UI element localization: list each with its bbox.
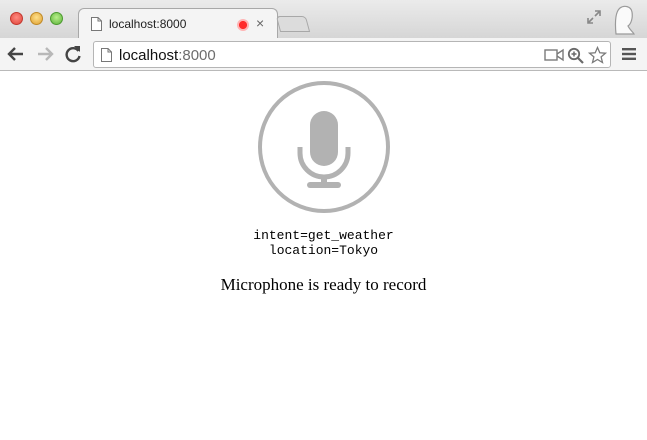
reload-icon[interactable] [63, 44, 83, 64]
zoom-icon[interactable] [567, 47, 584, 64]
back-icon[interactable] [6, 44, 26, 64]
new-tab-button[interactable] [275, 16, 311, 32]
toolbar: localhost:8000 [0, 38, 647, 71]
minimize-window-button[interactable] [30, 12, 43, 25]
location-line: location=Tokyo [268, 243, 379, 258]
camera-icon[interactable] [544, 48, 564, 62]
close-window-button[interactable] [10, 12, 23, 25]
forward-icon[interactable] [35, 44, 55, 64]
record-icon [237, 19, 249, 31]
address-bar[interactable]: localhost:8000 [93, 41, 611, 68]
url-text: localhost:8000 [119, 47, 216, 64]
page-icon [91, 17, 102, 31]
profile-icon[interactable] [612, 4, 636, 36]
status-message: Microphone is ready to record [220, 275, 427, 294]
zoom-window-button[interactable] [50, 12, 63, 25]
close-icon[interactable]: × [256, 15, 264, 31]
url-port: :8000 [178, 47, 216, 64]
tab-title: localhost:8000 [109, 17, 187, 31]
menu-icon[interactable] [622, 47, 636, 61]
title-bar: localhost:8000 × [0, 0, 647, 39]
star-icon[interactable] [588, 46, 607, 65]
fullscreen-icon[interactable] [586, 9, 602, 25]
url-host: localhost [119, 47, 179, 64]
intent-line: intent=get_weather [253, 228, 394, 243]
page-icon [101, 48, 112, 62]
microphone-button[interactable] [258, 81, 390, 213]
recognition-result: intent=get_weather location=Tokyo [0, 228, 647, 258]
tab-localhost[interactable]: localhost:8000 × [78, 8, 278, 39]
microphone-icon [297, 111, 351, 188]
